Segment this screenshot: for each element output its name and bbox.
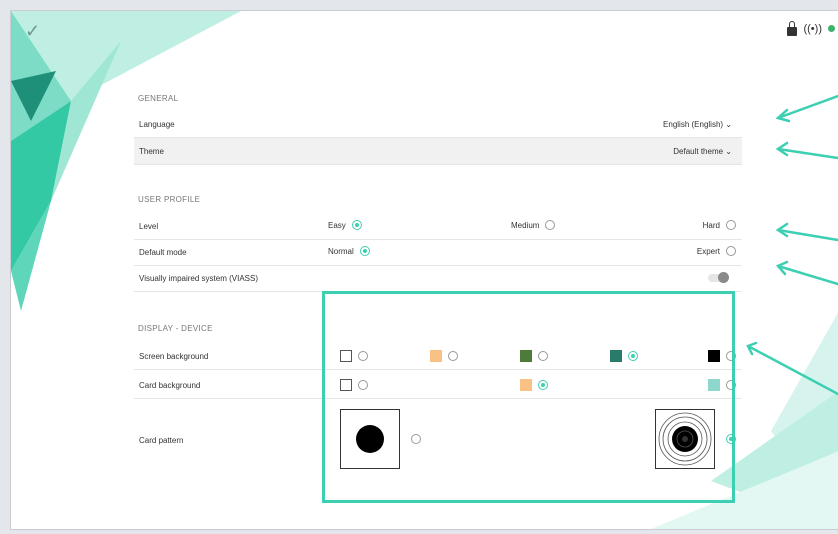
arrow-language — [776, 94, 838, 120]
arrow-viass — [776, 264, 838, 286]
arrow-display — [746, 344, 838, 396]
annotation-arrows — [746, 94, 838, 396]
